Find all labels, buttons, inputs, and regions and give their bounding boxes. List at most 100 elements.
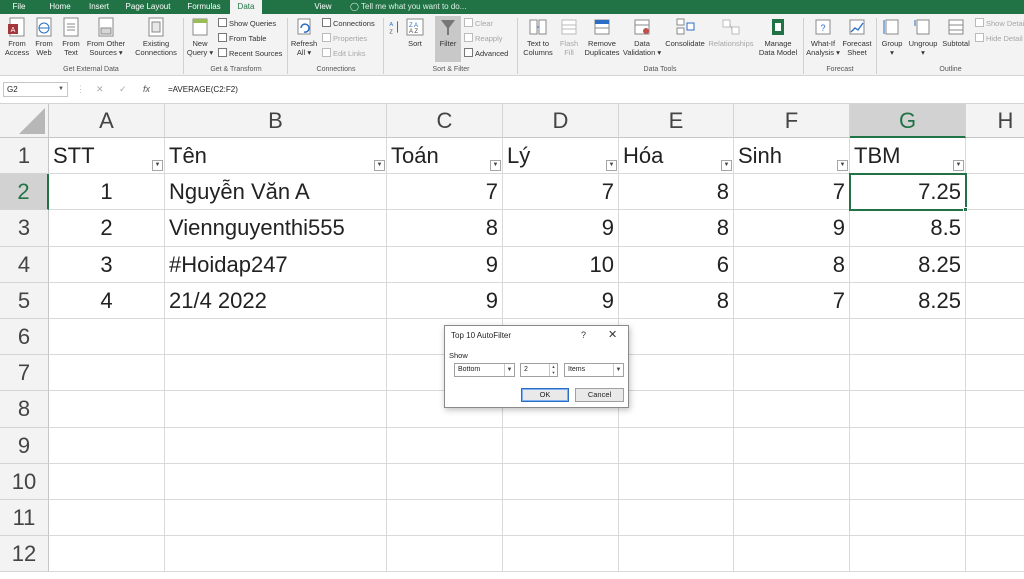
empty-cell[interactable] bbox=[966, 247, 1024, 283]
empty-cell[interactable] bbox=[503, 463, 619, 500]
empty-cell[interactable] bbox=[734, 391, 850, 428]
empty-cell[interactable] bbox=[49, 355, 165, 392]
data-cell[interactable]: 9 bbox=[387, 282, 503, 319]
tab-data[interactable]: Data bbox=[230, 0, 262, 14]
header-cell[interactable]: Lý bbox=[503, 138, 619, 175]
insert-function-icon[interactable]: fx bbox=[143, 82, 150, 97]
empty-cell[interactable] bbox=[850, 536, 966, 573]
data-cell[interactable]: 8 bbox=[619, 282, 734, 319]
empty-cell[interactable] bbox=[387, 500, 503, 537]
empty-cell[interactable] bbox=[165, 391, 387, 428]
data-cell[interactable]: 2 bbox=[49, 210, 165, 247]
spin-down-icon[interactable]: ▼ bbox=[550, 370, 557, 376]
row-header-8[interactable]: 8 bbox=[0, 391, 49, 428]
empty-cell[interactable] bbox=[619, 391, 734, 428]
empty-cell[interactable] bbox=[850, 500, 966, 537]
data-cell[interactable]: 8.25 bbox=[850, 246, 966, 283]
empty-cell[interactable] bbox=[850, 355, 966, 392]
empty-cell[interactable] bbox=[503, 536, 619, 573]
tab-insert[interactable]: Insert bbox=[82, 0, 116, 14]
empty-cell[interactable] bbox=[850, 427, 966, 464]
data-cell[interactable]: 7 bbox=[503, 174, 619, 211]
group-button[interactable]: Group ▾ bbox=[878, 16, 906, 62]
header-cell[interactable]: Hóa bbox=[619, 138, 734, 175]
autofilter-dropdown-icon[interactable]: ▼ bbox=[721, 160, 732, 172]
header-cell[interactable]: TBM bbox=[850, 138, 966, 175]
data-cell[interactable]: 7 bbox=[387, 174, 503, 211]
empty-cell[interactable] bbox=[734, 536, 850, 573]
cancel-button[interactable]: Cancel bbox=[575, 388, 624, 402]
flash-fill-button[interactable]: Flash Fill bbox=[557, 16, 581, 62]
empty-cell[interactable] bbox=[619, 500, 734, 537]
empty-cell[interactable] bbox=[503, 500, 619, 537]
ungroup-button[interactable]: Ungroup ▾ bbox=[906, 16, 940, 62]
new-query-button[interactable]: New Query ▾ bbox=[186, 16, 214, 62]
tab-file[interactable]: File bbox=[4, 0, 34, 14]
filter-button[interactable]: Filter bbox=[435, 16, 461, 62]
empty-cell[interactable] bbox=[966, 319, 1024, 356]
header-cell[interactable]: Toán bbox=[387, 138, 503, 175]
data-cell[interactable]: 9 bbox=[387, 246, 503, 283]
recent-sources-button[interactable]: Recent Sources bbox=[218, 47, 282, 60]
sort-az-button[interactable]: AZ bbox=[386, 16, 404, 62]
data-cell[interactable]: 4 bbox=[49, 282, 165, 319]
data-validation-button[interactable]: Data Validation ▾ bbox=[622, 16, 662, 62]
empty-cell[interactable] bbox=[619, 427, 734, 464]
empty-cell[interactable] bbox=[734, 500, 850, 537]
empty-cell[interactable] bbox=[966, 283, 1024, 319]
empty-cell[interactable] bbox=[966, 391, 1024, 428]
column-header-e[interactable]: E bbox=[619, 104, 734, 138]
empty-cell[interactable] bbox=[966, 464, 1024, 500]
data-cell[interactable]: 10 bbox=[503, 246, 619, 283]
data-cell[interactable]: #Hoidap247 bbox=[165, 246, 387, 283]
autofilter-dropdown-icon[interactable]: ▼ bbox=[837, 160, 848, 172]
tell-me-box[interactable]: ◯ Tell me what you want to do... bbox=[350, 0, 466, 14]
empty-cell[interactable] bbox=[49, 391, 165, 428]
row-header-4[interactable]: 4 bbox=[0, 246, 49, 283]
empty-cell[interactable] bbox=[966, 428, 1024, 464]
empty-cell[interactable] bbox=[49, 536, 165, 573]
count-spinner[interactable]: 2 ▲ ▼ bbox=[520, 363, 558, 377]
empty-cell[interactable] bbox=[49, 463, 165, 500]
row-header-3[interactable]: 3 bbox=[0, 210, 49, 247]
header-cell[interactable]: STT bbox=[49, 138, 165, 175]
empty-cell[interactable] bbox=[165, 355, 387, 392]
column-header-g[interactable]: G bbox=[850, 104, 966, 138]
column-header-h[interactable]: H bbox=[966, 104, 1024, 138]
empty-cell[interactable] bbox=[503, 427, 619, 464]
data-cell[interactable]: 7.25 bbox=[850, 174, 966, 211]
top-bottom-select[interactable]: Bottom ▼ bbox=[454, 363, 515, 377]
what-if-analysis-button[interactable]: ? What-If Analysis ▾ bbox=[805, 16, 841, 62]
tab-formulas[interactable]: Formulas bbox=[182, 0, 226, 14]
empty-cell[interactable] bbox=[165, 427, 387, 464]
row-header-11[interactable]: 11 bbox=[0, 500, 49, 537]
column-header-c[interactable]: C bbox=[387, 104, 503, 138]
tab-home[interactable]: Home bbox=[42, 0, 78, 14]
empty-cell[interactable] bbox=[966, 355, 1024, 392]
empty-cell[interactable] bbox=[165, 500, 387, 537]
remove-duplicates-button[interactable]: Remove Duplicates bbox=[583, 16, 621, 62]
empty-cell[interactable] bbox=[966, 138, 1024, 175]
data-cell[interactable]: 8 bbox=[734, 246, 850, 283]
empty-cell[interactable] bbox=[734, 463, 850, 500]
empty-cell[interactable] bbox=[619, 463, 734, 500]
data-cell[interactable]: 6 bbox=[619, 246, 734, 283]
autofilter-dropdown-icon[interactable]: ▼ bbox=[374, 160, 385, 172]
data-cell[interactable]: 8 bbox=[619, 210, 734, 247]
clear-filter-button[interactable]: Clear bbox=[464, 17, 493, 30]
data-cell[interactable]: Viennguyenthi555 bbox=[165, 210, 387, 247]
empty-cell[interactable] bbox=[49, 319, 165, 356]
show-queries-button[interactable]: Show Queries bbox=[218, 17, 276, 30]
empty-cell[interactable] bbox=[966, 210, 1024, 247]
relationships-button[interactable]: Relationships bbox=[707, 16, 755, 62]
name-box[interactable]: G2 ▼ bbox=[3, 82, 68, 97]
empty-cell[interactable] bbox=[619, 355, 734, 392]
existing-connections-button[interactable]: Existing Connections bbox=[133, 16, 179, 62]
ok-button[interactable]: OK bbox=[521, 388, 569, 402]
data-cell[interactable]: 8.25 bbox=[850, 282, 966, 319]
data-cell[interactable]: 9 bbox=[503, 210, 619, 247]
empty-cell[interactable] bbox=[49, 500, 165, 537]
column-header-d[interactable]: D bbox=[503, 104, 619, 138]
empty-cell[interactable] bbox=[966, 174, 1024, 211]
autofilter-dropdown-icon[interactable]: ▼ bbox=[953, 160, 964, 172]
